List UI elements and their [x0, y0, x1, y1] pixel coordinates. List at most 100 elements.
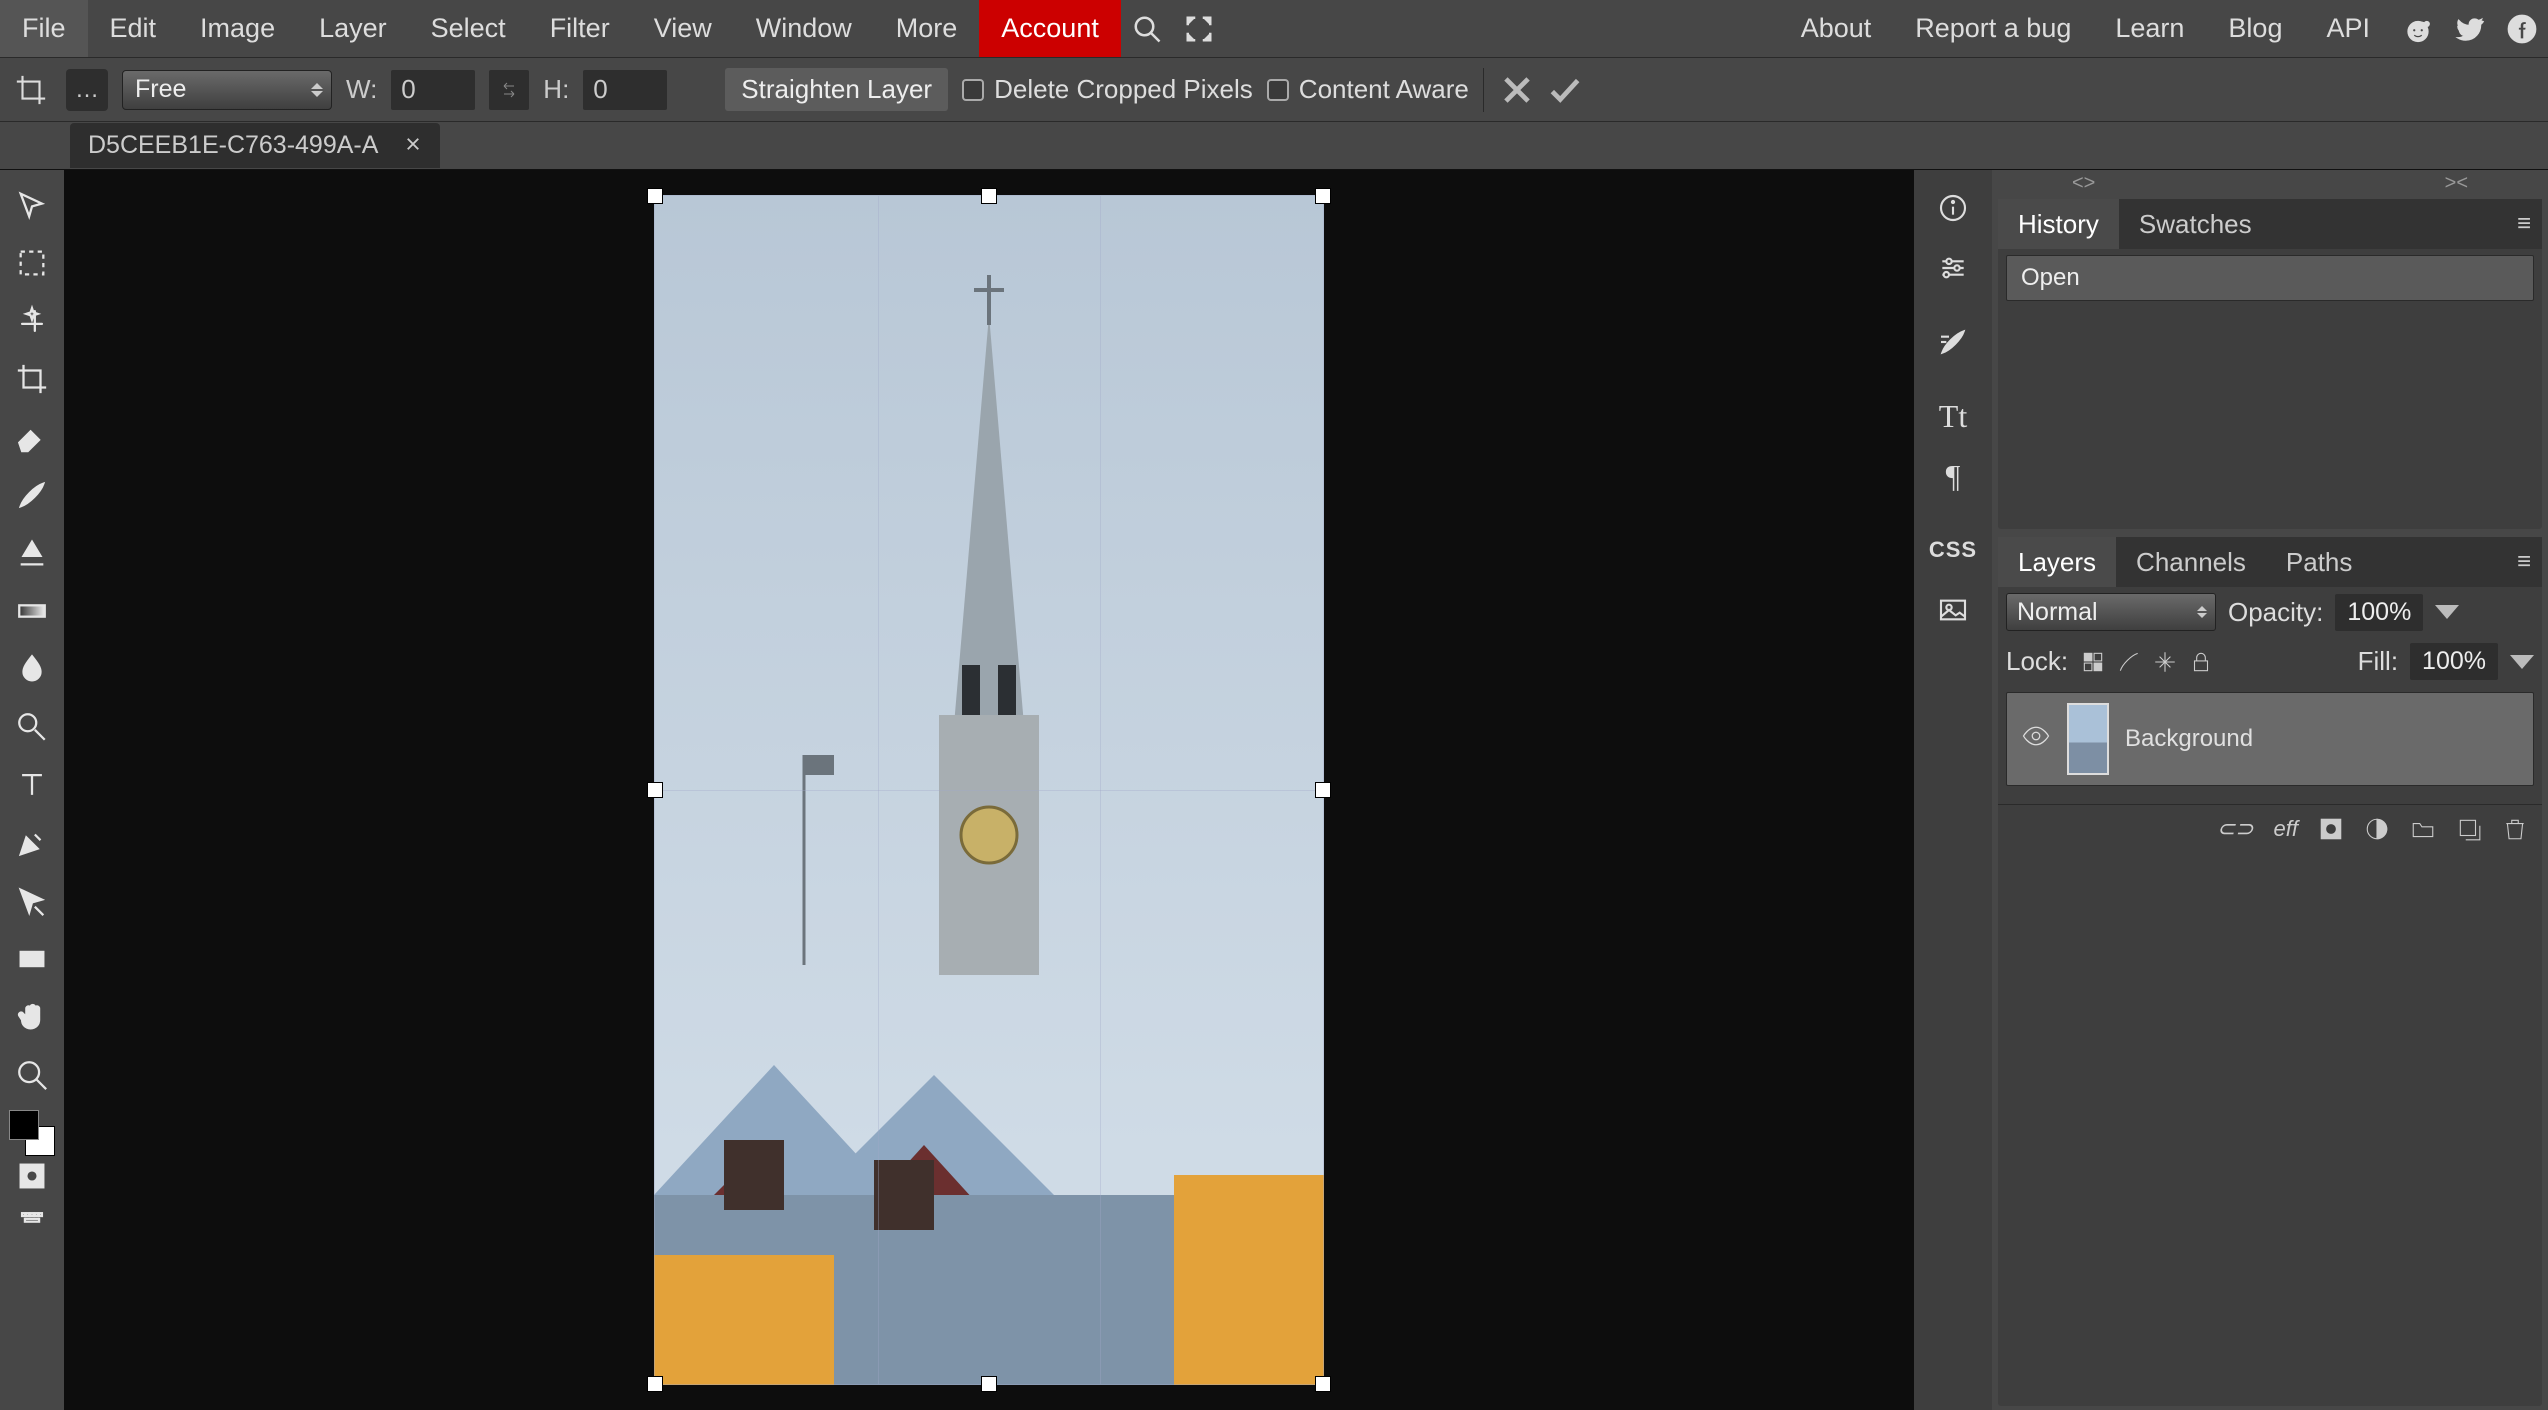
paragraph-panel-icon[interactable]: ¶: [1924, 446, 1982, 506]
zoom-tool[interactable]: [5, 1046, 59, 1104]
menu-more[interactable]: More: [874, 0, 980, 57]
menu-account[interactable]: Account: [979, 0, 1121, 57]
history-item[interactable]: Open: [2006, 255, 2534, 301]
canvas-area[interactable]: [64, 170, 1914, 1410]
fill-value[interactable]: 100%: [2410, 643, 2498, 680]
opacity-value[interactable]: 100%: [2335, 594, 2423, 631]
link-layers-icon[interactable]: ⊂⊃: [2217, 816, 2254, 842]
menu-blog[interactable]: Blog: [2206, 0, 2304, 57]
marquee-tool[interactable]: [5, 234, 59, 292]
layer-item-background[interactable]: Background: [2006, 692, 2534, 786]
lock-transparent-icon[interactable]: [2080, 649, 2106, 675]
info-panel-icon[interactable]: [1924, 178, 1982, 238]
menu-window[interactable]: Window: [734, 0, 874, 57]
brush-tool[interactable]: [5, 466, 59, 524]
type-tool[interactable]: [5, 756, 59, 814]
add-mask-icon[interactable]: [2318, 816, 2344, 842]
menu-about[interactable]: About: [1779, 0, 1894, 57]
menu-edit[interactable]: Edit: [88, 0, 179, 57]
lock-position-icon[interactable]: [2152, 649, 2178, 675]
dodge-tool[interactable]: [5, 698, 59, 756]
crop-width-input[interactable]: [391, 70, 475, 110]
tab-swatches[interactable]: Swatches: [2119, 199, 2272, 249]
document-tab[interactable]: D5CEEB1E-C763-499A-A: [70, 123, 440, 168]
menu-image[interactable]: Image: [178, 0, 297, 57]
crop-ratio-dropdown[interactable]: Free: [122, 70, 332, 110]
width-label: W:: [346, 74, 377, 105]
layer-visibility-icon[interactable]: [2021, 721, 2051, 758]
brush-panel-icon[interactable]: [1924, 312, 1982, 372]
fullscreen-icon[interactable]: [1173, 0, 1225, 57]
reddit-icon[interactable]: [2392, 0, 2444, 57]
lock-all-icon[interactable]: [2188, 649, 2214, 675]
tab-paths[interactable]: Paths: [2266, 537, 2373, 587]
menu-report-bug[interactable]: Report a bug: [1893, 0, 2093, 57]
crop-handle-bm[interactable]: [981, 1376, 997, 1392]
move-tool[interactable]: [5, 176, 59, 234]
path-select-tool[interactable]: [5, 872, 59, 930]
keyboard-icon[interactable]: [5, 1196, 59, 1236]
crop-tool-icon: [10, 69, 52, 111]
cancel-crop-icon[interactable]: [1498, 71, 1536, 109]
crop-handle-tm[interactable]: [981, 188, 997, 204]
new-layer-icon[interactable]: [2456, 816, 2482, 842]
clone-tool[interactable]: [5, 524, 59, 582]
menu-select[interactable]: Select: [409, 0, 528, 57]
document-image[interactable]: [654, 195, 1324, 1385]
menu-layer[interactable]: Layer: [297, 0, 409, 57]
crop-overlay[interactable]: [654, 195, 1324, 1385]
history-panel-menu-icon[interactable]: ≡: [2506, 210, 2542, 238]
image-panel-icon[interactable]: [1924, 580, 1982, 640]
tool-preset-button[interactable]: …: [66, 69, 108, 111]
new-folder-icon[interactable]: [2410, 816, 2436, 842]
crop-handle-mr[interactable]: [1315, 782, 1331, 798]
color-swatches[interactable]: [9, 1110, 55, 1156]
fill-slider-toggle[interactable]: [2510, 655, 2534, 669]
menu-file[interactable]: File: [0, 0, 88, 57]
layer-effects-icon[interactable]: eff: [2274, 816, 2298, 842]
wand-tool[interactable]: [5, 292, 59, 350]
crop-handle-tr[interactable]: [1315, 188, 1331, 204]
opacity-slider-toggle[interactable]: [2435, 605, 2459, 619]
main-menu-bar: File Edit Image Layer Select Filter View…: [0, 0, 2548, 58]
menu-api[interactable]: API: [2304, 0, 2392, 57]
swap-dimensions-button[interactable]: [489, 70, 529, 110]
css-panel-icon[interactable]: CSS: [1924, 520, 1982, 580]
adjustment-layer-icon[interactable]: [2364, 816, 2390, 842]
layers-panel-menu-icon[interactable]: ≡: [2506, 548, 2542, 576]
tab-history[interactable]: History: [1998, 199, 2119, 249]
delete-cropped-checkbox[interactable]: Delete Cropped Pixels: [962, 74, 1253, 105]
crop-height-input[interactable]: [583, 70, 667, 110]
tab-channels[interactable]: Channels: [2116, 537, 2266, 587]
crop-tool[interactable]: [5, 350, 59, 408]
menu-learn[interactable]: Learn: [2093, 0, 2206, 57]
facebook-icon[interactable]: [2496, 0, 2548, 57]
straighten-layer-button[interactable]: Straighten Layer: [725, 68, 948, 111]
lock-image-icon[interactable]: [2116, 649, 2142, 675]
confirm-crop-icon[interactable]: [1546, 71, 1584, 109]
character-panel-icon[interactable]: Tt: [1924, 386, 1982, 446]
eraser-tool[interactable]: [5, 408, 59, 466]
search-icon[interactable]: [1121, 0, 1173, 57]
crop-handle-tl[interactable]: [647, 188, 663, 204]
crop-handle-bl[interactable]: [647, 1376, 663, 1392]
blur-tool[interactable]: [5, 640, 59, 698]
gradient-tool[interactable]: [5, 582, 59, 640]
adjust-panel-icon[interactable]: [1924, 238, 1982, 298]
content-aware-checkbox[interactable]: Content Aware: [1267, 74, 1469, 105]
tab-layers[interactable]: Layers: [1998, 537, 2116, 587]
quickmask-toggle[interactable]: [5, 1156, 59, 1196]
shape-tool[interactable]: [5, 930, 59, 988]
pen-tool[interactable]: [5, 814, 59, 872]
collapse-right-icon[interactable]: ><: [2445, 172, 2468, 195]
menu-filter[interactable]: Filter: [528, 0, 632, 57]
menu-view[interactable]: View: [632, 0, 734, 57]
crop-handle-ml[interactable]: [647, 782, 663, 798]
crop-handle-br[interactable]: [1315, 1376, 1331, 1392]
collapse-left-icon[interactable]: <>: [2072, 172, 2095, 195]
close-tab-icon[interactable]: [404, 131, 422, 160]
blend-mode-dropdown[interactable]: Normal: [2006, 593, 2216, 631]
delete-layer-icon[interactable]: [2502, 816, 2528, 842]
twitter-icon[interactable]: [2444, 0, 2496, 57]
hand-tool[interactable]: [5, 988, 59, 1046]
